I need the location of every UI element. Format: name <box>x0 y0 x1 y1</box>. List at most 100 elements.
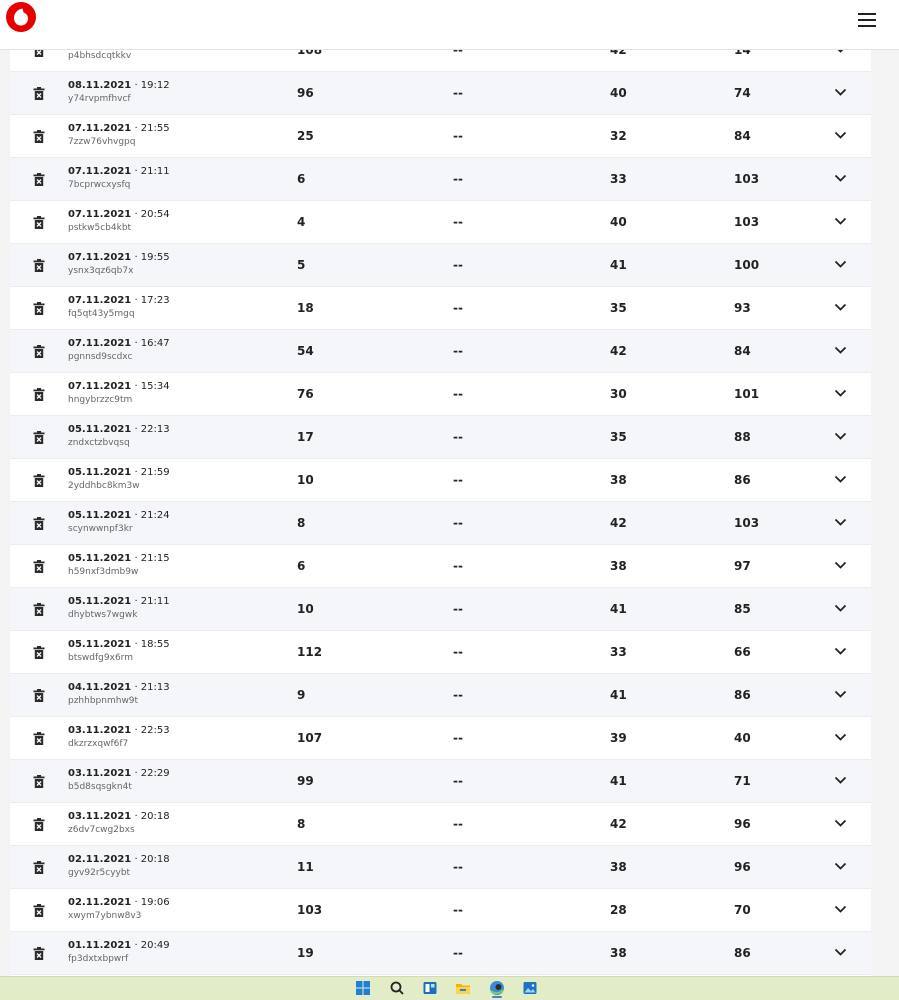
chevron-down-icon[interactable] <box>834 475 847 484</box>
trash-icon[interactable] <box>32 560 46 574</box>
trash-icon[interactable] <box>32 947 46 961</box>
row-datetime: 05.11.2021 · 21:24 <box>68 510 170 521</box>
row-date: 05.11.2021 <box>68 424 132 435</box>
trash-icon[interactable] <box>32 603 46 617</box>
trash-icon[interactable] <box>32 345 46 359</box>
trash-icon[interactable] <box>32 87 46 101</box>
trash-icon[interactable] <box>32 474 46 488</box>
chevron-down-icon[interactable] <box>834 303 847 312</box>
trash-icon[interactable] <box>32 646 46 660</box>
trash-icon[interactable] <box>32 517 46 531</box>
chevron-down-icon[interactable] <box>834 260 847 269</box>
chevron-down-icon[interactable] <box>834 561 847 570</box>
row-date: 03.11.2021 <box>68 725 132 736</box>
row-date: 02.11.2021 <box>68 897 132 908</box>
trash-icon[interactable] <box>32 904 46 918</box>
row-date: 05.11.2021 <box>68 467 132 478</box>
cell-value-4: 85 <box>734 602 751 616</box>
cell-value-3: 32 <box>610 129 627 143</box>
row-date: 05.11.2021 <box>68 553 132 564</box>
cell-value-4: 88 <box>734 430 751 444</box>
cell-value-2: -- <box>453 602 463 616</box>
search-icon[interactable] <box>389 980 405 996</box>
chevron-down-icon[interactable] <box>834 518 847 527</box>
cell-value-1: 8 <box>297 516 306 530</box>
row-date: 07.11.2021 <box>68 338 132 349</box>
row-date: 07.11.2021 <box>68 123 132 134</box>
table-row: 07.11.2021 · 17:23 fq5qt43y5mgq 18 -- 35 93 <box>10 287 871 330</box>
row-date: 04.11.2021 <box>68 682 132 693</box>
trash-icon[interactable] <box>32 302 46 316</box>
table-row: 02.11.2021 · 19:06 xwym7ybnw8v3 103 -- 28 70 <box>10 889 871 932</box>
widgets-icon[interactable] <box>422 980 438 996</box>
trash-icon[interactable] <box>32 388 46 402</box>
trash-icon[interactable] <box>32 216 46 230</box>
trash-icon[interactable] <box>32 259 46 273</box>
cell-value-1: 99 <box>297 774 314 788</box>
hamburger-menu-icon[interactable] <box>856 10 880 30</box>
row-time: · 19:06 <box>131 897 170 908</box>
trash-icon[interactable] <box>32 861 46 875</box>
row-time: · 20:49 <box>131 940 170 951</box>
cell-value-2: -- <box>453 258 463 272</box>
chevron-down-icon[interactable] <box>834 776 847 785</box>
row-time: · 22:13 <box>131 424 170 435</box>
vodafone-logo-icon[interactable] <box>3 1 39 33</box>
row-time: · 20:54 <box>131 209 170 220</box>
chevron-down-icon[interactable] <box>834 948 847 957</box>
table-row: 07.11.2021 · 16:47 pgnnsd9scdxc 54 -- 42 84 <box>10 330 871 373</box>
row-id: pstkw5cb4kbt <box>68 223 132 233</box>
row-time: · 20:18 <box>131 854 170 865</box>
cell-value-2: -- <box>453 516 463 530</box>
row-datetime: 05.11.2021 · 21:59 <box>68 467 170 478</box>
chevron-down-icon[interactable] <box>834 905 847 914</box>
cell-value-3: 42 <box>610 344 627 358</box>
cell-value-1: 112 <box>297 645 323 659</box>
chevron-down-icon[interactable] <box>834 647 847 656</box>
chevron-down-icon[interactable] <box>834 862 847 871</box>
chevron-down-icon[interactable] <box>834 432 847 441</box>
chevron-down-icon[interactable] <box>834 690 847 699</box>
cell-value-4: 101 <box>734 387 760 401</box>
row-id: 7bcprwcxysfq <box>68 180 131 190</box>
cell-value-3: 38 <box>610 559 627 573</box>
cell-value-2: -- <box>453 946 463 960</box>
row-datetime: 02.11.2021 · 20:18 <box>68 854 170 865</box>
chevron-down-icon[interactable] <box>834 389 847 398</box>
trash-icon[interactable] <box>32 775 46 789</box>
cell-value-4: 40 <box>734 731 751 745</box>
trash-icon[interactable] <box>32 130 46 144</box>
cell-value-1: 9 <box>297 688 306 702</box>
trash-icon[interactable] <box>32 732 46 746</box>
trash-icon[interactable] <box>32 818 46 832</box>
table-row: 07.11.2021 · 21:11 7bcprwcxysfq 6 -- 33 103 <box>10 158 871 201</box>
sessions-table: 08.11.2021 · 22:19p4bhsdcqtkkv108--42140… <box>10 36 871 976</box>
row-date: 05.11.2021 <box>68 596 132 607</box>
cell-value-2: -- <box>453 86 463 100</box>
trash-icon[interactable] <box>32 431 46 445</box>
windows-start-icon[interactable] <box>355 980 371 996</box>
chevron-down-icon[interactable] <box>834 346 847 355</box>
trash-icon[interactable] <box>32 173 46 187</box>
cell-value-4: 66 <box>734 645 751 659</box>
row-datetime: 07.11.2021 · 20:54 <box>68 209 170 220</box>
row-datetime: 07.11.2021 · 19:55 <box>68 252 170 263</box>
chevron-down-icon[interactable] <box>834 174 847 183</box>
chevron-down-icon[interactable] <box>834 733 847 742</box>
file-explorer-icon[interactable] <box>455 980 471 996</box>
cell-value-2: -- <box>453 215 463 229</box>
trash-icon[interactable] <box>32 689 46 703</box>
cell-value-3: 28 <box>610 903 627 917</box>
cell-value-3: 33 <box>610 645 627 659</box>
row-datetime: 03.11.2021 · 20:18 <box>68 811 170 822</box>
row-time: · 16:47 <box>131 338 170 349</box>
chevron-down-icon[interactable] <box>834 217 847 226</box>
browser-icon[interactable] <box>489 980 505 996</box>
chevron-down-icon[interactable] <box>834 131 847 140</box>
chevron-down-icon[interactable] <box>834 819 847 828</box>
chevron-down-icon[interactable] <box>834 88 847 97</box>
photos-icon[interactable] <box>522 980 538 996</box>
chevron-down-icon[interactable] <box>834 604 847 613</box>
table-row: 07.11.2021 · 15:34 hngybrzzc9tm 76 -- 30 101 <box>10 373 871 416</box>
row-id: b5d8sqsgkn4t <box>68 782 132 792</box>
